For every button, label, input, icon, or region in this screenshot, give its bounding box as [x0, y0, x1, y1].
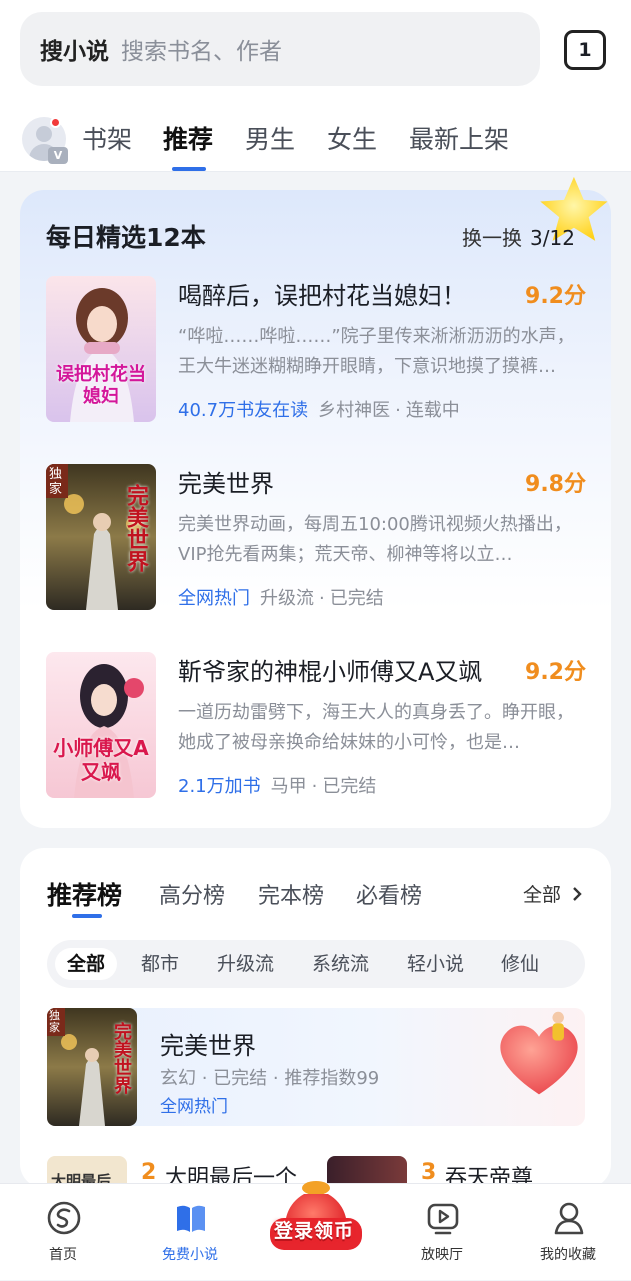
tab-male[interactable]: 男生: [245, 120, 295, 156]
chip-light-novel[interactable]: 轻小说: [395, 948, 476, 980]
book-adds: 2.1万加书: [178, 776, 261, 797]
top-bar: 搜小说 搜索书名、作者 1 V 书架 推荐 男生 女生 最新上架: [0, 0, 631, 172]
chip-system[interactable]: 系统流: [300, 948, 381, 980]
book-meta: 40.7万书友在读 乡村神医 · 连载中: [178, 400, 460, 421]
book-highlight: 全网热门: [178, 588, 250, 609]
book-title[interactable]: 喝醉后，误把村花当媳妇！: [178, 276, 466, 311]
ranking-card: 推荐榜 高分榜 完本榜 必看榜 全部 全部 都市 升级流 系统流 轻小说 修仙 …: [20, 848, 611, 1188]
book-icon: [177, 1205, 205, 1232]
tab-label: 首页: [49, 1247, 77, 1263]
rank-top-book[interactable]: 独家 完美世界 完美世界 玄幻 · 已完结 · 推荐指数99 全网热门: [47, 1008, 585, 1126]
tab-bookshelf[interactable]: 书架: [82, 120, 132, 156]
cover-title: 完美世界: [123, 484, 148, 572]
book-meta: 全网热门 升级流 · 已完结: [178, 588, 384, 609]
book-cover[interactable]: 小师傅又A又飒: [46, 652, 156, 798]
book-cover[interactable]: 独家 完美世界: [47, 1008, 137, 1126]
rank-tab-high-score[interactable]: 高分榜: [159, 878, 225, 910]
home-s-icon: [47, 1201, 81, 1235]
nav-tabs: 书架 推荐 男生 女生 最新上架: [0, 120, 631, 160]
login-coin-label: 登录领币: [274, 1220, 355, 1242]
cover-title: 误把村花当媳妇: [56, 364, 146, 407]
book-status: 连载中: [405, 400, 460, 421]
rank-number: 3: [421, 1160, 437, 1185]
book-score: 9.8分: [525, 472, 586, 497]
book-readers: 40.7万书友在读: [178, 400, 309, 421]
tab-female[interactable]: 女生: [327, 120, 377, 156]
book-description: “哗啦……哗啦……”院子里传来淅淅沥沥的水声，王大牛迷迷糊糊睁开眼睛，下意识地摸…: [178, 326, 575, 377]
chevron-right-icon: [573, 887, 582, 901]
book-score: 9.2分: [525, 284, 586, 309]
tab-new-arrivals[interactable]: 最新上架: [409, 120, 509, 156]
daily-picks-card: 每日精选12本 换一换 3/12 误把村花当媳妇 喝醉后，误把村花当媳妇！ 9.2…: [20, 176, 611, 828]
person-icon: [554, 1202, 584, 1235]
tab-favorites[interactable]: 我的收藏: [518, 1184, 618, 1281]
chip-level-up[interactable]: 升级流: [205, 948, 286, 980]
book-item[interactable]: 小师傅又A又飒 靳爷家的神棍小师傅又A又飒 9.2分 一道历劫雷劈下，海王大人的…: [46, 652, 586, 800]
rank-tab-indicator: [72, 914, 102, 918]
rank-tab-recommend[interactable]: 推荐榜: [47, 876, 122, 912]
rank-number: 2: [141, 1160, 157, 1185]
tab-count-button[interactable]: 1: [564, 30, 606, 70]
tab-free-novels[interactable]: 免费小说: [140, 1184, 240, 1281]
chip-urban[interactable]: 都市: [129, 948, 191, 980]
refresh-button[interactable]: 换一换 3/12: [462, 222, 575, 251]
chip-all[interactable]: 全部: [55, 948, 118, 980]
refresh-page: 3/12: [530, 226, 575, 250]
book-status: 已完结: [329, 588, 384, 609]
book-item[interactable]: 独家 完美世界 完美世界 9.8分 完美世界动画，每周五10:00腾讯视频火热播…: [46, 464, 586, 612]
daily-picks-title: 每日精选12本: [46, 223, 206, 252]
book-title[interactable]: 靳爷家的神棍小师傅又A又飒: [178, 652, 482, 687]
tab-theater[interactable]: 放映厅: [392, 1184, 492, 1281]
tab-label: 我的收藏: [540, 1247, 596, 1263]
login-coin-button[interactable]: 登录领币: [266, 1172, 366, 1262]
book-tag: 马甲: [270, 776, 307, 797]
book-item[interactable]: 误把村花当媳妇 喝醉后，误把村花当媳妇！ 9.2分 “哗啦……哗啦……”院子里传…: [46, 276, 586, 424]
tab-count: 1: [578, 39, 592, 61]
exclusive-label: 独家: [49, 467, 63, 497]
refresh-label: 换一换: [462, 226, 522, 250]
book-meta: 玄幻 · 已完结 · 推荐指数99: [160, 1068, 380, 1089]
tab-home[interactable]: 首页: [13, 1184, 113, 1281]
rank-tab-must-read[interactable]: 必看榜: [356, 878, 422, 910]
book-cover[interactable]: 误把村花当媳妇: [46, 276, 156, 422]
book-meta: 2.1万加书 马甲 · 已完结: [178, 776, 377, 797]
tab-recommend[interactable]: 推荐: [163, 120, 213, 156]
book-highlight: 全网热门: [160, 1097, 228, 1117]
book-status: 已完结: [322, 776, 377, 797]
tab-label: 免费小说: [162, 1247, 218, 1263]
search-placeholder[interactable]: 搜索书名、作者: [121, 32, 282, 66]
cover-title: 完美世界: [111, 1022, 132, 1094]
cover-title: 小师傅又A又飒: [53, 736, 149, 784]
rank-all-button[interactable]: 全部: [523, 880, 583, 907]
book-description: 一道历劫雷劈下，海王大人的真身丢了。睁开眼，她成了被母亲换命给妹妹的小可怜，也是…: [178, 702, 574, 753]
book-score: 9.2分: [525, 660, 586, 685]
chip-cultivation[interactable]: 修仙: [489, 948, 551, 980]
book-tag: 乡村神医: [318, 400, 391, 421]
active-tab-indicator: [172, 167, 206, 171]
book-tag: 升级流: [260, 588, 314, 609]
book-title[interactable]: 完美世界: [160, 1026, 256, 1061]
tab-label: 放映厅: [421, 1247, 463, 1263]
heart-icon: [500, 1011, 578, 1095]
category-chips: 全部 都市 升级流 系统流 轻小说 修仙: [47, 940, 585, 988]
book-title[interactable]: 完美世界: [178, 464, 274, 499]
rank-tab-completed[interactable]: 完本榜: [258, 878, 324, 910]
search-brand: 搜小说: [40, 39, 109, 65]
exclusive-label: 独家: [49, 1009, 60, 1034]
book-description: 完美世界动画，每周五10:00腾讯视频火热播出，VIP抢先看两集；荒天帝、柳神等…: [178, 514, 572, 565]
search-box[interactable]: 搜小说 搜索书名、作者: [20, 12, 540, 86]
play-icon: [427, 1203, 459, 1235]
book-cover[interactable]: 独家 完美世界: [46, 464, 156, 610]
rank-all-label: 全部: [523, 884, 562, 906]
